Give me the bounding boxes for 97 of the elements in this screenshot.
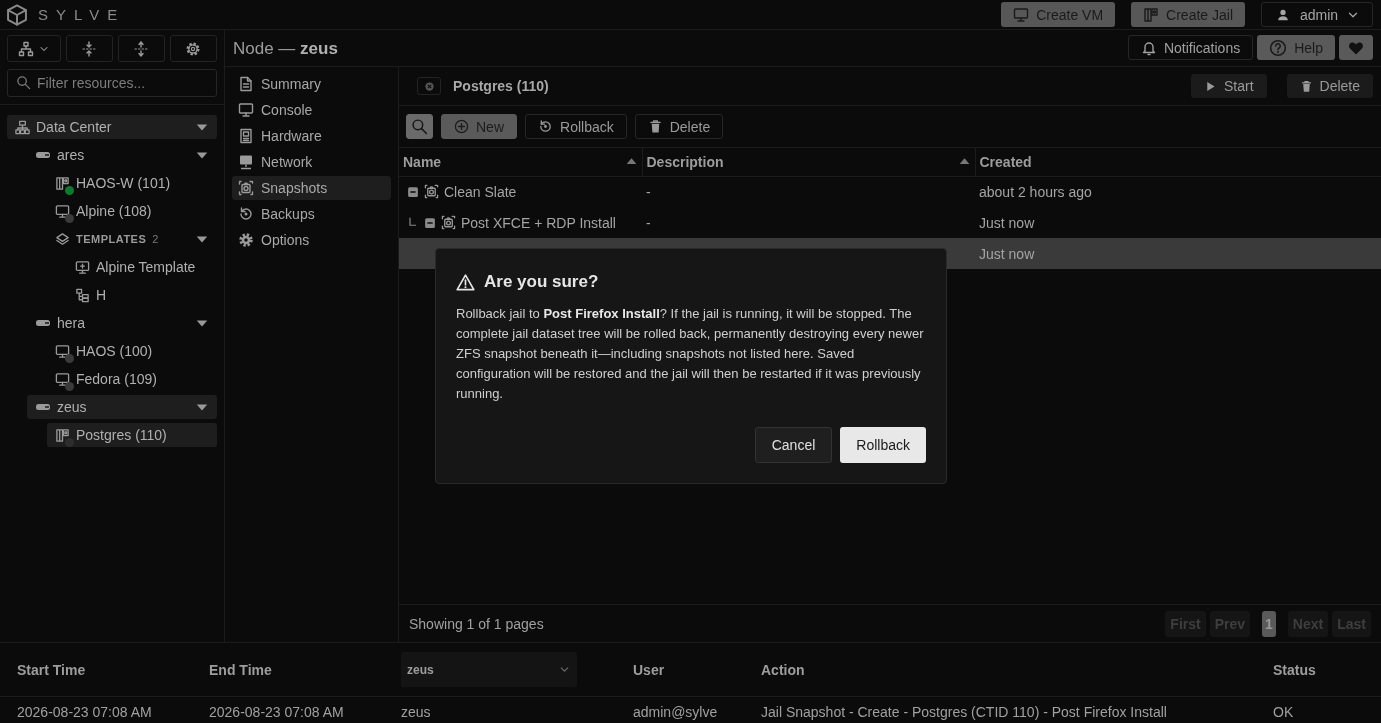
toolbar-button[interactable]	[7, 35, 61, 62]
node-filter-dropdown[interactable]: zeus	[401, 652, 577, 687]
table-cell: OK	[1273, 704, 1294, 720]
dialog-button[interactable]: Cancel	[754, 427, 833, 463]
column-header: Name	[403, 153, 442, 170]
table-cell: -	[646, 214, 651, 231]
column-header: Action	[761, 661, 805, 678]
table-cell: zeus	[401, 704, 431, 720]
nav-item[interactable]: Hardware	[232, 124, 391, 148]
document-icon	[238, 76, 254, 92]
monitor-icon	[55, 203, 70, 219]
column-header: Description	[646, 153, 724, 170]
jail-icon	[55, 427, 70, 443]
tree-item[interactable]: Alpine (108)	[47, 199, 217, 223]
user-icon	[1276, 7, 1290, 22]
close-button[interactable]	[417, 77, 441, 95]
table-cell: Clean Slate	[444, 183, 517, 200]
close-icon	[423, 80, 435, 92]
hierarchy-icon	[17, 40, 34, 57]
table-cell: about 2 hours ago	[979, 183, 1092, 200]
tree-item[interactable]: ares	[27, 143, 217, 167]
logo-icon	[6, 3, 28, 26]
branch-line-icon	[407, 216, 419, 229]
nav-item[interactable]: Options	[232, 228, 391, 252]
snapshot-icon	[424, 184, 439, 200]
bell-icon	[1140, 39, 1157, 56]
tree-item[interactable]: Alpine Template	[67, 255, 217, 279]
favorite-button[interactable]	[1339, 35, 1373, 60]
column-header: User	[633, 661, 665, 678]
dialog-button[interactable]: Rollback	[840, 427, 926, 463]
toolbar-button[interactable]	[117, 35, 165, 62]
action-button[interactable]: Start	[1190, 74, 1267, 98]
table-cell: Post XFCE + RDP Install	[461, 214, 616, 231]
dialog-message: Rollback jail to Post Firefox Install? If the jail is running, it will be stopped. The complete jail dataset tree will be rolled back, permanently destroying every newer ZFS snapshot beneath it—including snapshots not listed here. Saved configuration will be restored and the jail will then be restarted if it was previously running.	[456, 305, 925, 403]
table-cell: Jail Snapshot - Create - Postgres (CTID 110) - Post Firefox Install	[761, 704, 1167, 720]
rollback-icon	[538, 119, 553, 134]
table-row[interactable]: Clean Slate - about 2 hours ago	[399, 176, 1381, 207]
snapshot-icon	[238, 180, 254, 196]
table-cell: 2026-08-23 07:08 AM	[209, 704, 344, 720]
settings-icon	[238, 232, 254, 248]
page-summary: Showing 1 of 1 pages	[409, 615, 545, 632]
tree-item[interactable]: H	[67, 283, 217, 307]
tree-item[interactable]: HAOS-W (101)	[47, 171, 217, 195]
snapshot-icon	[441, 215, 456, 230]
help-icon	[1269, 38, 1288, 57]
brand-name: SYLVE	[38, 6, 126, 23]
monitor-icon	[55, 343, 70, 359]
monitor-icon	[55, 371, 70, 387]
tab-title: Postgres (110)	[453, 78, 550, 94]
nav-item[interactable]: Backups	[232, 202, 391, 226]
action-button[interactable]: Delete	[1286, 74, 1373, 98]
trash-icon	[1299, 79, 1313, 93]
tree-item[interactable]: Postgres (110)	[47, 423, 217, 447]
column-header: Status	[1273, 661, 1316, 678]
user-menu[interactable]: admin	[1261, 2, 1373, 27]
chip-icon	[238, 128, 254, 144]
table-cell: -	[646, 183, 651, 200]
column-header: End Time	[209, 661, 272, 678]
boxes-icon	[75, 287, 90, 303]
tree-item[interactable]: TEMPLATES 2	[47, 227, 217, 251]
search-icon	[411, 118, 428, 135]
page-title: Node — zeus	[233, 37, 339, 59]
history-icon	[238, 206, 254, 222]
jail-icon	[1143, 6, 1160, 23]
nav-item[interactable]: Network	[232, 150, 391, 174]
plus-icon	[454, 119, 469, 134]
monitor-plus-icon	[75, 259, 90, 275]
filter-field[interactable]: Filter resources...	[7, 69, 217, 97]
warning-icon	[456, 272, 475, 292]
monitor-icon	[1013, 6, 1030, 23]
tree-item[interactable]: Fedora (109)	[47, 367, 217, 391]
toolbar-button[interactable]: Rollback	[525, 114, 627, 139]
nav-item[interactable]: Console	[232, 98, 391, 122]
trash-icon	[647, 119, 663, 134]
column-header: Created	[979, 153, 1032, 170]
tree-item[interactable]: Data Center	[7, 115, 217, 139]
toolbar-button[interactable]: Delete	[634, 114, 724, 139]
header-button[interactable]: Notifications	[1127, 35, 1254, 60]
monitor-icon	[238, 102, 254, 118]
tree-item[interactable]: hera	[27, 311, 217, 335]
table-cell: Just now	[979, 245, 1035, 262]
nav-item[interactable]: Snapshots	[232, 176, 391, 200]
table-cell: admin@sylve	[633, 704, 718, 720]
dialog-title: Are you sure?	[484, 272, 599, 292]
table-cell: 2026-08-23 07:08 AM	[17, 704, 152, 720]
column-header: Start Time	[17, 661, 86, 678]
search-button[interactable]	[406, 114, 433, 139]
nav-item[interactable]: Summary	[232, 72, 391, 96]
jail-icon	[55, 175, 70, 191]
tree-item[interactable]: HAOS (100)	[47, 339, 217, 363]
table-row[interactable]: Post XFCE + RDP Install - Just now	[399, 207, 1381, 238]
layers-icon	[55, 231, 70, 247]
toolbar-button[interactable]	[169, 35, 217, 62]
table-cell: Just now	[979, 214, 1035, 231]
search-icon	[16, 75, 31, 90]
tree-item[interactable]: zeus	[27, 395, 217, 419]
settings-icon	[185, 40, 202, 57]
